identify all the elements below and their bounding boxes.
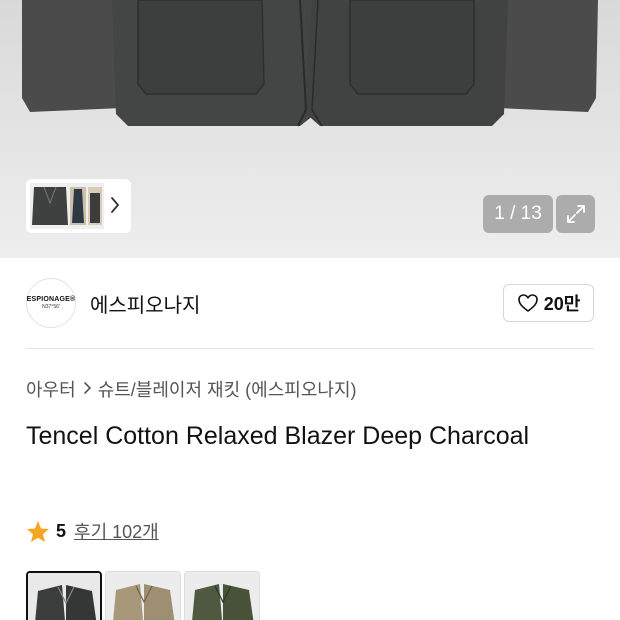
heart-icon bbox=[517, 294, 538, 312]
color-swatches bbox=[26, 571, 260, 620]
product-main-image[interactable]: 1 / 13 bbox=[0, 0, 620, 258]
like-count: 20만 bbox=[543, 294, 581, 314]
brand-logo[interactable]: ESPIONAGE® N37°56' bbox=[26, 278, 76, 328]
brand-logo-text: ESPIONAGE® bbox=[26, 296, 76, 303]
brand-logo-subtext: N37°56' bbox=[42, 304, 60, 310]
product-title: Tencel Cotton Relaxed Blazer Deep Charco… bbox=[26, 422, 530, 450]
star-icon bbox=[27, 520, 49, 542]
rating-score: 5 bbox=[56, 520, 67, 541]
image-counter: 1 / 13 bbox=[483, 195, 553, 233]
swatch-deep-charcoal[interactable] bbox=[26, 571, 102, 620]
thumbnail-strip[interactable] bbox=[26, 179, 131, 233]
swatch-olive[interactable] bbox=[184, 571, 260, 620]
breadcrumb-subcategory[interactable]: 슈트/블레이저 재킷 (에스피오나지) bbox=[98, 376, 357, 402]
chevron-right-icon bbox=[82, 379, 92, 400]
breadcrumb: 아우터 슈트/블레이저 재킷 (에스피오나지) bbox=[26, 376, 357, 402]
expand-icon bbox=[566, 205, 585, 223]
thumbnail-images bbox=[30, 183, 104, 229]
swatch-beige[interactable] bbox=[105, 571, 181, 620]
reviews-link[interactable]: 후기 102개 bbox=[74, 518, 159, 544]
like-button[interactable]: 20만 bbox=[503, 284, 594, 322]
brand-name-link[interactable]: 에스피오나지 bbox=[90, 289, 200, 318]
divider bbox=[26, 348, 594, 349]
expand-button[interactable] bbox=[556, 195, 595, 233]
chevron-right-icon[interactable] bbox=[108, 194, 122, 216]
brand-row: ESPIONAGE® N37°56' 에스피오나지 20만 bbox=[26, 275, 594, 331]
rating-row: 5 후기 102개 bbox=[26, 518, 159, 544]
breadcrumb-category[interactable]: 아우터 bbox=[26, 376, 76, 402]
